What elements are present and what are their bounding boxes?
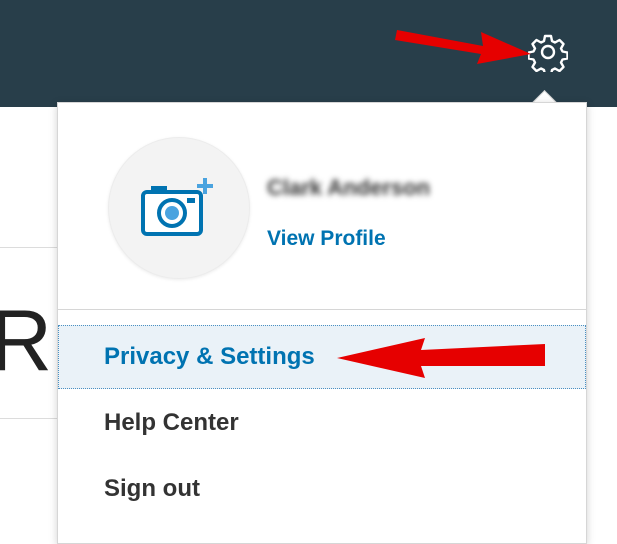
account-dropdown-menu: Clark Anderson View Profile Privacy & Se… [57, 102, 587, 544]
background-divider [0, 418, 57, 419]
profile-name: Clark Anderson [267, 175, 431, 200]
avatar[interactable] [108, 137, 250, 279]
menu-item-help-center[interactable]: Help Center [58, 391, 586, 455]
gear-icon[interactable] [528, 32, 568, 72]
top-navigation-bar [0, 0, 617, 107]
menu-item-label: Help Center [104, 409, 239, 436]
menu-item-label: Sign out [104, 475, 200, 502]
menu-item-privacy-settings[interactable]: Privacy & Settings [58, 325, 586, 389]
menu-item-sign-out[interactable]: Sign out [58, 457, 586, 521]
menu-item-label: Privacy & Settings [104, 343, 315, 370]
view-profile-link[interactable]: View Profile [267, 227, 386, 251]
menu-divider [58, 309, 586, 310]
background-divider [0, 247, 57, 248]
camera-plus-icon [141, 178, 213, 236]
background-partial-glyph: R [0, 293, 53, 389]
